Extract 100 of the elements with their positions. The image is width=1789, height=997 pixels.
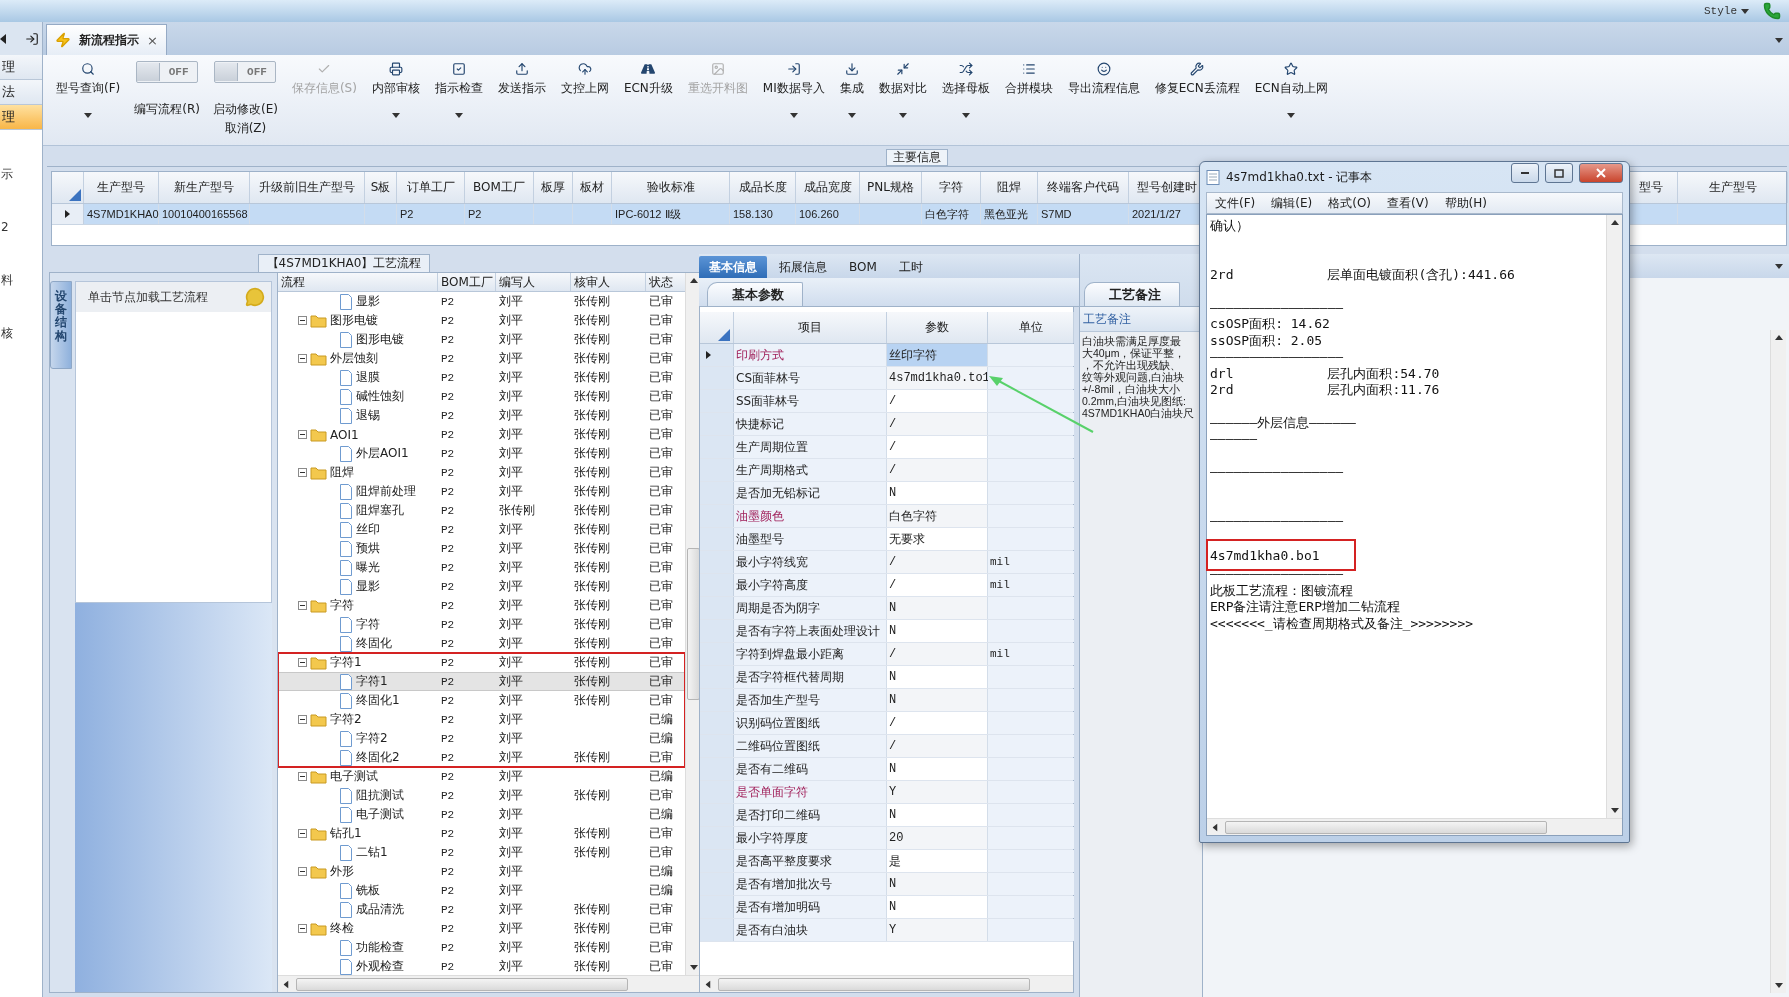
caret-icon[interactable]	[1741, 8, 1749, 14]
tree-row[interactable]: 阻焊 P2 刘平 张传刚 已审	[278, 463, 685, 482]
column-header[interactable]: 订单工厂	[406, 179, 455, 196]
toolbar-button[interactable]: 修复ECN丢流程	[1153, 60, 1241, 99]
column-header[interactable]: BOM工厂	[441, 273, 493, 291]
column-header[interactable]: 板材	[580, 179, 604, 196]
column-header[interactable]: 成品宽度	[803, 179, 852, 196]
property-row[interactable]: 生产周期格式 /	[700, 459, 1073, 482]
phone-icon[interactable]	[1763, 2, 1781, 20]
toolbar-button[interactable]: MI数据导入	[761, 60, 826, 120]
tree-row[interactable]: 字符1 P2 刘平 张传刚 已审	[278, 653, 685, 672]
column-header[interactable]: 验收标准	[646, 179, 695, 196]
property-row[interactable]: SS面菲林号 /	[700, 390, 1073, 413]
tree-row[interactable]: 阻抗测试 P2 刘平 张传刚 已审	[278, 786, 685, 805]
tree-row[interactable]: 终检 P2 刘平 张传刚 已审	[278, 919, 685, 938]
nav-link[interactable]: 2	[0, 219, 42, 235]
toolbar-button[interactable]: 集成	[838, 60, 865, 120]
tree-row[interactable]: 外形 P2 刘平 已编	[278, 862, 685, 881]
caret-icon[interactable]	[454, 113, 463, 118]
toolbar-button[interactable]: ECN升级	[622, 60, 674, 99]
toolbar-button[interactable]: 文控上网	[559, 60, 610, 99]
caret-icon[interactable]	[1610, 808, 1619, 813]
tree-row[interactable]: 字符1 P2 刘平 张传刚 已审	[278, 672, 685, 691]
side-tab[interactable]: 设备结构	[50, 281, 72, 369]
tree-row[interactable]: 退锡 P2 刘平 张传刚 已审	[278, 406, 685, 425]
tree-row[interactable]: 字符 P2 刘平 张传刚 已审	[278, 615, 685, 634]
nav-item[interactable]: 理	[0, 105, 42, 130]
login-icon[interactable]	[25, 31, 39, 46]
column-header[interactable]: 核审人	[574, 273, 610, 291]
nav-item[interactable]: 理	[0, 55, 42, 80]
nav-link[interactable]: 料	[0, 272, 42, 288]
scrollbar[interactable]	[1207, 818, 1622, 835]
tree-row[interactable]: 曝光 P2 刘平 张传刚 已审	[278, 558, 685, 577]
property-row[interactable]: 最小字符高度 / mil	[700, 574, 1073, 597]
tree-row[interactable]: 外观检查 P2 刘平 张传刚 已审	[278, 957, 685, 975]
property-row[interactable]: 最小字符厚度 20	[700, 827, 1073, 850]
collapse-icon[interactable]	[298, 316, 307, 325]
column-header[interactable]: 终端客户代码	[1047, 179, 1119, 196]
column-header[interactable]: 新生产型号	[174, 179, 234, 196]
toolbar-button[interactable]: 型号查询(F)	[55, 60, 122, 120]
tree-row[interactable]: 显影 P2 刘平 张传刚 已审	[278, 292, 685, 311]
collapse-icon[interactable]	[298, 867, 307, 876]
toolbar-button[interactable]: ECN自动上网	[1253, 60, 1329, 120]
tab[interactable]: 工时	[888, 256, 933, 278]
scroll-thumb[interactable]	[718, 977, 1030, 991]
scroll-thumb[interactable]	[296, 977, 628, 991]
caret-icon[interactable]	[898, 113, 907, 118]
column-header[interactable]: 流程	[281, 273, 305, 291]
column-header[interactable]: 生产型号	[97, 179, 145, 196]
back-icon[interactable]	[0, 33, 6, 44]
close-button[interactable]	[1579, 163, 1623, 183]
caret-icon[interactable]	[689, 965, 698, 970]
document-tab[interactable]: 新流程指示 ×	[46, 24, 167, 55]
nav-link[interactable]: 示	[0, 166, 42, 182]
scrollbar[interactable]	[1606, 215, 1622, 818]
property-row[interactable]: 油墨颜色 白色字符	[700, 505, 1073, 528]
property-row[interactable]: 识别码位置图纸 /	[700, 712, 1073, 735]
caret-icon[interactable]	[283, 980, 289, 988]
tree-row[interactable]: 铣板 P2 刘平 已编	[278, 881, 685, 900]
collapse-icon[interactable]	[298, 715, 307, 724]
toolbar-button[interactable]: 选择母板	[940, 60, 991, 120]
scrollbar[interactable]	[278, 975, 701, 992]
property-row[interactable]: 是否有增加批次号 N	[700, 873, 1073, 896]
column-header[interactable]: 单位	[1018, 319, 1043, 336]
collapse-icon[interactable]	[298, 658, 307, 667]
maximize-button[interactable]	[1545, 163, 1573, 183]
column-header[interactable]: 生产型号	[1708, 179, 1757, 196]
tree-row[interactable]: 图形电镀 P2 刘平 张传刚 已审	[278, 330, 685, 349]
caret-icon[interactable]	[1212, 823, 1218, 831]
tree-row[interactable]: 功能检查 P2 刘平 张传刚 已审	[278, 938, 685, 957]
tree-row[interactable]: 字符2 P2 刘平 已编	[278, 729, 685, 748]
tab[interactable]: 拓展信息	[769, 256, 837, 278]
property-row[interactable]: 是否加无铅标记 N	[700, 482, 1073, 505]
collapse-icon[interactable]	[298, 829, 307, 838]
property-row[interactable]: 周期是否为阴字 N	[700, 597, 1073, 620]
column-header[interactable]: 成品长度	[738, 179, 787, 196]
column-header[interactable]: 字符	[939, 179, 963, 196]
tab[interactable]: 基本信息	[699, 256, 767, 278]
column-header[interactable]: 型号	[1639, 179, 1663, 196]
toolbar-button[interactable]: 数据对比	[877, 60, 928, 120]
tree-row[interactable]: 丝印 P2 刘平 张传刚 已审	[278, 520, 685, 539]
tree-row[interactable]: 外层AOI1 P2 刘平 张传刚 已审	[278, 444, 685, 463]
collapse-icon[interactable]	[298, 924, 307, 933]
caret-icon[interactable]	[847, 113, 856, 118]
column-header[interactable]: PNL规格	[867, 179, 914, 196]
tree-row[interactable]: 外层蚀刻 P2 刘平 张传刚 已审	[278, 349, 685, 368]
toolbar-button[interactable]: 发送指示	[496, 60, 547, 99]
tree-row[interactable]: 碱性蚀刻 P2 刘平 张传刚 已审	[278, 387, 685, 406]
property-row[interactable]: 是否打印二维码 N	[700, 804, 1073, 827]
caret-icon[interactable]	[391, 113, 400, 118]
column-header[interactable]: 升级前旧生产型号	[259, 179, 355, 196]
tree-row[interactable]: 终固化1 P2 刘平 张传刚 已审	[278, 691, 685, 710]
tree-row[interactable]: 二钻1 P2 刘平 张传刚 已审	[278, 843, 685, 862]
collapse-icon[interactable]	[298, 772, 307, 781]
property-row[interactable]: 是否单面字符 Y	[700, 781, 1073, 804]
toolbar-button[interactable]: 导出流程信息	[1066, 60, 1141, 99]
property-row[interactable]: 是否有增加明码 N	[700, 896, 1073, 919]
tree-row[interactable]: 阻焊前处理 P2 刘平 张传刚 已审	[278, 482, 685, 501]
caret-icon[interactable]	[1774, 335, 1783, 340]
scrollbar[interactable]	[1770, 330, 1786, 993]
